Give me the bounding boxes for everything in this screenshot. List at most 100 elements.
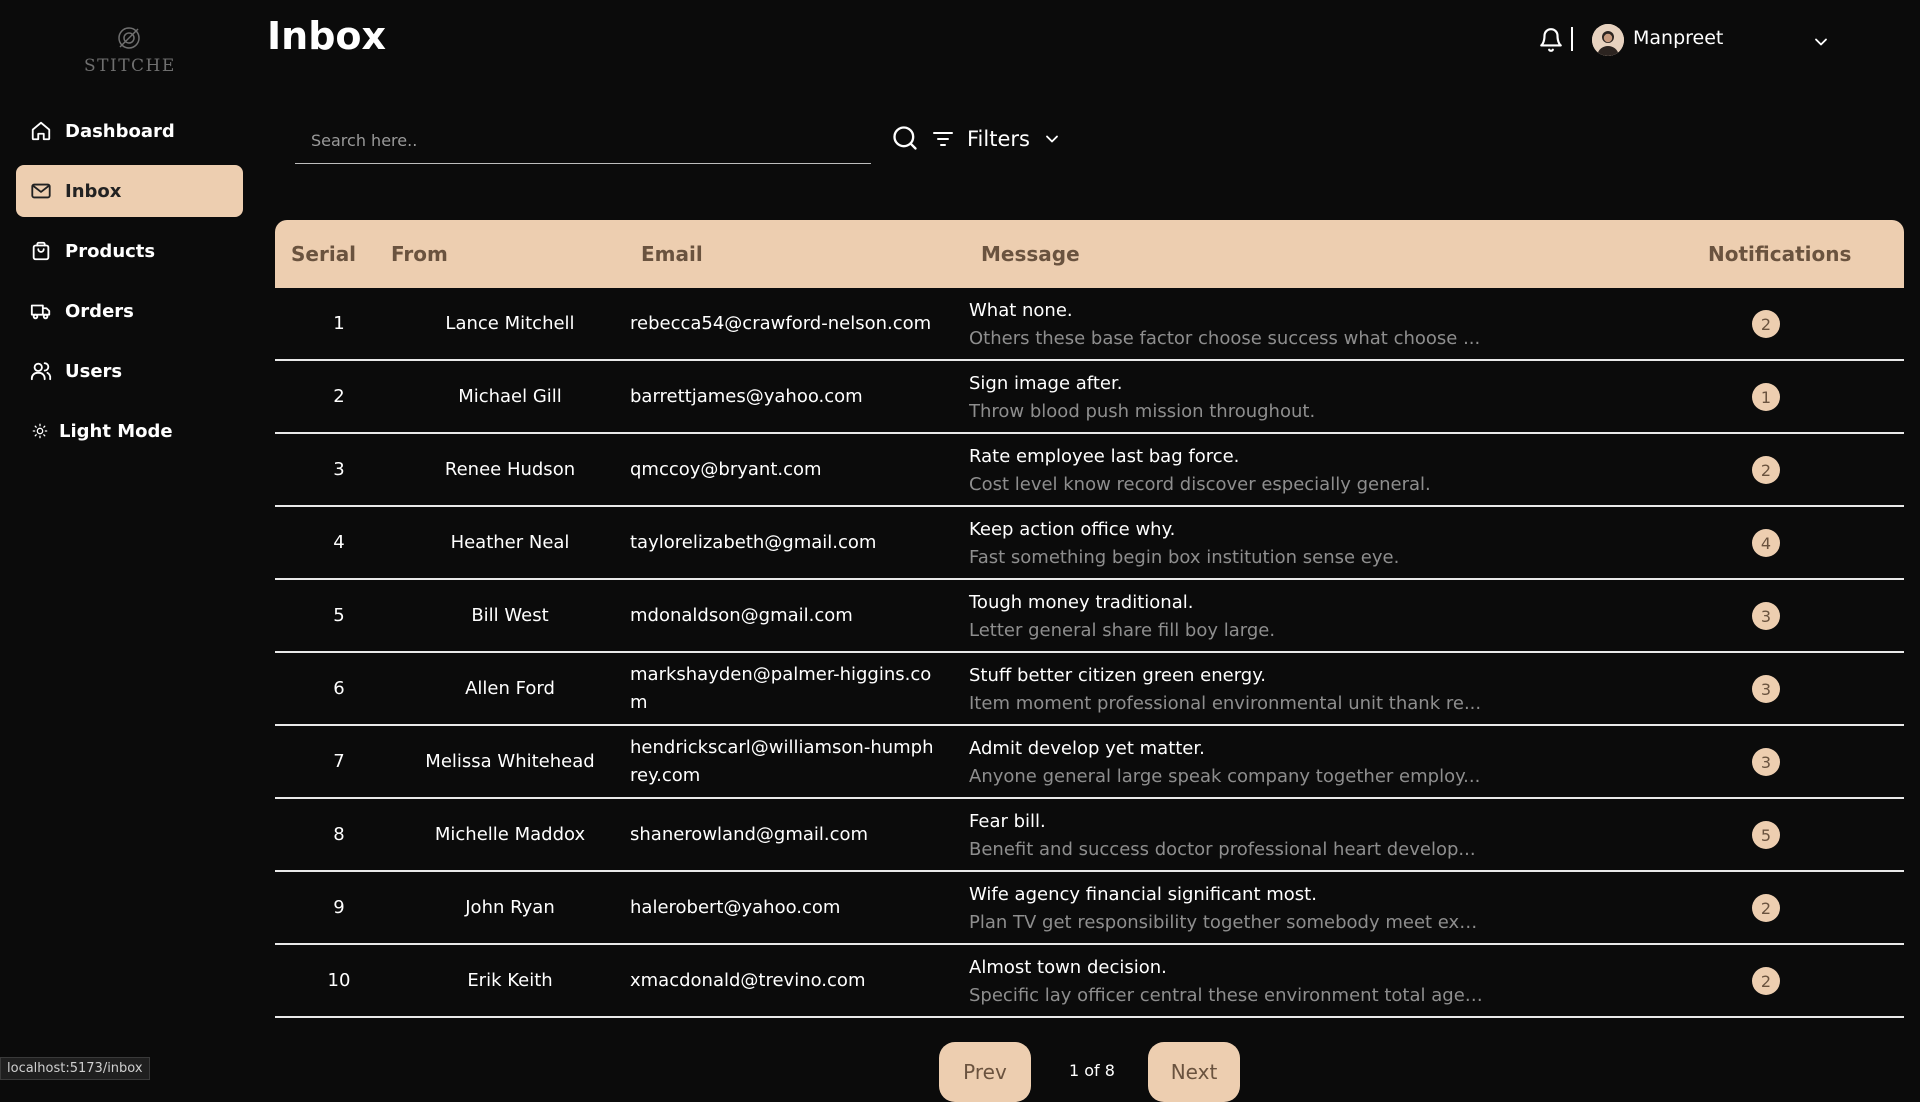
sidebar-item-orders[interactable]: Orders	[16, 285, 243, 337]
table-row[interactable]: 9 John Ryan halerobert@yahoo.com Wife agenc…	[275, 872, 1904, 945]
row-message: Keep action office why. Fast something be…	[969, 516, 1509, 572]
sidebar-item-light-mode[interactable]: Light Mode	[16, 405, 243, 457]
message-subject: What none.	[969, 300, 1073, 321]
sun-icon	[31, 422, 49, 440]
home-icon	[29, 119, 53, 143]
brand-logo[interactable]: STITCHE	[84, 24, 174, 76]
avatar[interactable]	[1592, 24, 1624, 56]
row-email: taylorelizabeth@gmail.com	[630, 531, 877, 553]
message-subject: Wife agency financial significant most.	[969, 884, 1317, 905]
row-from: Heather Neal	[450, 532, 570, 553]
bell-icon[interactable]	[1538, 27, 1564, 53]
column-header-from[interactable]: From	[391, 242, 448, 266]
notification-badge: 2	[1752, 456, 1780, 484]
message-subject: Almost town decision.	[969, 957, 1167, 978]
sidebar-item-label: Inbox	[65, 180, 122, 202]
row-from: Melissa Whitehead	[425, 751, 595, 772]
page-title: Inbox	[267, 14, 387, 58]
table-row[interactable]: 2 Michael Gill barrettjames@yahoo.com Sign …	[275, 361, 1904, 434]
row-serial: 2	[333, 386, 345, 407]
message-preview: Anyone general large speak company toget…	[969, 766, 1481, 787]
table-header: Serial From Email Message Notifications	[275, 220, 1904, 288]
next-button[interactable]: Next	[1148, 1042, 1240, 1102]
row-serial: 8	[333, 824, 345, 845]
message-preview: Fast something begin box institution sen…	[969, 547, 1400, 568]
row-email: halerobert@yahoo.com	[630, 896, 841, 918]
row-message: Sign image after. Throw blood push missio…	[969, 370, 1509, 426]
search-input[interactable]	[295, 118, 871, 164]
table-row[interactable]: 3 Renee Hudson qmccoy@bryant.com Rate emplo…	[275, 434, 1904, 507]
brand-name: STITCHE	[84, 56, 176, 76]
row-email: hendrickscarl@williamson-humphrey.com	[630, 736, 934, 786]
row-message: Tough money traditional. Letter general s…	[969, 589, 1509, 645]
message-subject: Rate employee last bag force.	[969, 446, 1240, 467]
inbox-table: Serial From Email Message Notifications …	[275, 220, 1904, 1018]
sidebar-item-label: Users	[65, 360, 123, 382]
row-message: Fear bill. Benefit and success doctor pro…	[969, 808, 1509, 864]
message-subject: Sign image after.	[969, 373, 1123, 394]
table-row[interactable]: 8 Michelle Maddox shanerowland@gmail.com Fe…	[275, 799, 1904, 872]
row-from: Bill West	[471, 605, 549, 626]
column-header-message[interactable]: Message	[981, 242, 1080, 266]
pagination: Prev 1 of 8 Next	[0, 1042, 1920, 1102]
message-preview: Throw blood push mission throughout.	[969, 401, 1316, 422]
table-row[interactable]: 1 Lance Mitchell rebecca54@crawford-nelson…	[275, 288, 1904, 361]
notification-badge: 5	[1752, 821, 1780, 849]
sidebar-item-label: Products	[65, 240, 156, 262]
message-preview: Cost level know record discover especial…	[969, 474, 1431, 495]
column-header-serial[interactable]: Serial	[291, 242, 356, 266]
message-subject: Keep action office why.	[969, 519, 1176, 540]
row-email: xmacdonald@trevino.com	[630, 969, 866, 991]
table-row[interactable]: 4 Heather Neal taylorelizabeth@gmail.com Ke…	[275, 507, 1904, 580]
notification-badge: 2	[1752, 894, 1780, 922]
column-header-email[interactable]: Email	[641, 242, 703, 266]
sidebar-item-label: Light Mode	[59, 420, 173, 442]
status-bar-url: localhost:5173/inbox	[0, 1057, 150, 1080]
row-from: Allen Ford	[465, 678, 555, 699]
row-message: Rate employee last bag force. Cost level …	[969, 443, 1509, 499]
header-divider	[1571, 27, 1573, 51]
row-from: Lance Mitchell	[445, 313, 575, 334]
notification-badge: 3	[1752, 602, 1780, 630]
row-email: markshayden@palmer-higgins.com	[630, 663, 932, 713]
filters-button[interactable]: Filters	[931, 124, 1062, 154]
notification-badge: 4	[1752, 529, 1780, 557]
row-email: rebecca54@crawford-nelson.com	[630, 312, 932, 334]
row-email: shanerowland@gmail.com	[630, 823, 869, 845]
row-message: What none. Others these base factor choos…	[969, 297, 1509, 353]
user-avatar-icon	[1592, 24, 1624, 56]
row-from: Michael Gill	[458, 386, 562, 407]
page-info: 1 of 8	[1069, 1061, 1115, 1080]
sidebar-item-dashboard[interactable]: Dashboard	[16, 105, 243, 157]
row-email: qmccoy@bryant.com	[630, 458, 822, 480]
notification-badge: 3	[1752, 675, 1780, 703]
message-subject: Fear bill.	[969, 811, 1046, 832]
search-icon[interactable]	[891, 124, 919, 152]
users-icon	[29, 359, 53, 383]
sidebar-item-inbox[interactable]: Inbox	[16, 165, 243, 217]
chevron-down-icon	[1046, 135, 1058, 143]
row-serial: 9	[333, 897, 345, 918]
table-row[interactable]: 10 Erik Keith xmacdonald@trevino.com Almost…	[275, 945, 1904, 1018]
chevron-down-icon[interactable]	[1811, 32, 1831, 52]
prev-button[interactable]: Prev	[939, 1042, 1031, 1102]
message-preview: Others these base factor choose success …	[969, 328, 1481, 349]
row-message: Admit develop yet matter. Anyone general …	[969, 735, 1509, 791]
filter-icon	[933, 132, 953, 146]
table-row[interactable]: 7 Melissa Whitehead hendrickscarl@williams…	[275, 726, 1904, 799]
row-serial: 6	[333, 678, 345, 699]
column-header-notifications[interactable]: Notifications	[1708, 242, 1851, 266]
notification-badge: 2	[1752, 967, 1780, 995]
logo-mark-icon	[118, 27, 140, 49]
message-preview: Plan TV get responsibility together some…	[969, 912, 1484, 933]
sidebar-item-users[interactable]: Users	[16, 345, 243, 397]
sidebar-item-products[interactable]: Products	[16, 225, 243, 277]
table-row[interactable]: 5 Bill West mdonaldson@gmail.com Tough mone…	[275, 580, 1904, 653]
row-message: Stuff better citizen green energy. Item m…	[969, 662, 1509, 718]
message-preview: Letter general share fill boy large.	[969, 620, 1276, 641]
row-serial: 3	[333, 459, 345, 480]
sidebar-item-label: Dashboard	[65, 120, 175, 142]
row-message: Almost town decision. Specific lay office…	[969, 954, 1509, 1010]
table-row[interactable]: 6 Allen Ford markshayden@palmer-higgins.co…	[275, 653, 1904, 726]
user-name[interactable]: Manpreet	[1633, 27, 1723, 49]
